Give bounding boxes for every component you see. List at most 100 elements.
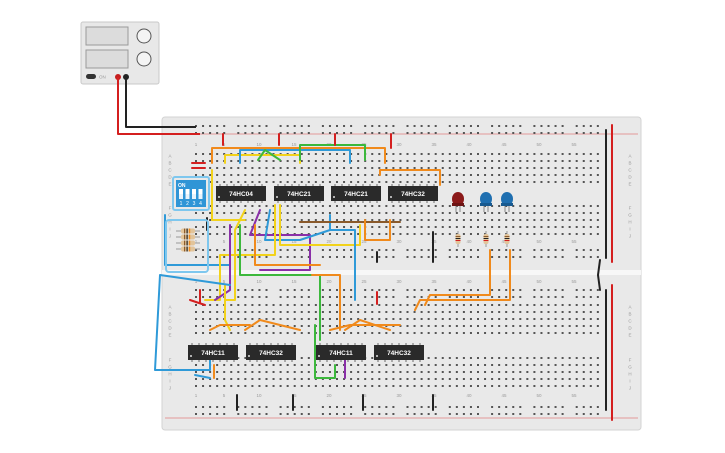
hole[interactable]: [209, 289, 212, 291]
hole[interactable]: [484, 311, 487, 313]
hole[interactable]: [265, 311, 268, 313]
hole[interactable]: [350, 167, 353, 169]
hole[interactable]: [244, 318, 247, 320]
hole[interactable]: [533, 325, 536, 327]
hole[interactable]: [202, 364, 205, 366]
hole[interactable]: [441, 233, 444, 235]
hole[interactable]: [385, 296, 388, 298]
hole[interactable]: [279, 174, 282, 176]
hole[interactable]: [441, 364, 444, 366]
hole[interactable]: [596, 289, 599, 291]
hole[interactable]: [455, 153, 458, 155]
hole[interactable]: [491, 296, 494, 298]
hole[interactable]: [582, 125, 585, 127]
hole[interactable]: [237, 167, 240, 169]
hole[interactable]: [258, 332, 261, 334]
hole[interactable]: [286, 378, 289, 380]
hole[interactable]: [223, 413, 226, 415]
hole[interactable]: [547, 212, 550, 214]
hole[interactable]: [307, 318, 310, 320]
hole[interactable]: [223, 371, 226, 373]
hole[interactable]: [596, 296, 599, 298]
hole[interactable]: [350, 219, 353, 221]
hole[interactable]: [427, 304, 430, 306]
hole[interactable]: [512, 153, 515, 155]
hole[interactable]: [392, 132, 395, 134]
hole[interactable]: [413, 132, 416, 134]
hole[interactable]: [293, 249, 296, 251]
hole[interactable]: [413, 289, 416, 291]
hole[interactable]: [547, 233, 550, 235]
hole[interactable]: [505, 304, 508, 306]
hole[interactable]: [321, 160, 324, 162]
hole[interactable]: [385, 174, 388, 176]
hole[interactable]: [293, 311, 296, 313]
hole[interactable]: [575, 325, 578, 327]
hole[interactable]: [448, 205, 451, 207]
hole[interactable]: [455, 125, 458, 127]
hole[interactable]: [230, 174, 233, 176]
hole[interactable]: [350, 174, 353, 176]
hole[interactable]: [328, 212, 331, 214]
hole[interactable]: [589, 304, 592, 306]
hole[interactable]: [589, 385, 592, 387]
hole[interactable]: [519, 226, 522, 228]
hole[interactable]: [293, 378, 296, 380]
hole[interactable]: [512, 160, 515, 162]
hole[interactable]: [582, 385, 585, 387]
hole[interactable]: [223, 226, 226, 228]
hole[interactable]: [448, 332, 451, 334]
hole[interactable]: [582, 233, 585, 235]
hole[interactable]: [378, 219, 381, 221]
hole[interactable]: [399, 219, 402, 221]
hole[interactable]: [350, 406, 353, 408]
hole[interactable]: [420, 413, 423, 415]
hole[interactable]: [265, 364, 268, 366]
hole[interactable]: [336, 219, 338, 221]
hole[interactable]: [484, 304, 487, 306]
hole[interactable]: [378, 318, 381, 320]
hole[interactable]: [519, 233, 522, 235]
hole[interactable]: [420, 289, 423, 291]
hole[interactable]: [343, 311, 346, 313]
hole[interactable]: [469, 332, 472, 334]
hole[interactable]: [554, 413, 557, 415]
hole[interactable]: [505, 332, 508, 334]
hole[interactable]: [378, 256, 381, 258]
hole[interactable]: [413, 256, 416, 258]
hole[interactable]: [293, 289, 296, 291]
hole[interactable]: [385, 413, 388, 415]
hole[interactable]: [300, 219, 303, 221]
hole[interactable]: [469, 304, 472, 306]
hole[interactable]: [498, 304, 501, 306]
hole[interactable]: [357, 311, 360, 313]
hole[interactable]: [378, 212, 381, 214]
hole[interactable]: [336, 304, 338, 306]
hole[interactable]: [385, 226, 388, 228]
hole[interactable]: [441, 378, 444, 380]
hole[interactable]: [209, 385, 212, 387]
hole[interactable]: [477, 304, 479, 306]
hole[interactable]: [272, 174, 275, 176]
hole[interactable]: [265, 167, 268, 169]
hole[interactable]: [589, 212, 592, 214]
hole[interactable]: [293, 132, 296, 134]
hole[interactable]: [385, 332, 388, 334]
hole[interactable]: [216, 160, 219, 162]
hole[interactable]: [554, 304, 557, 306]
hole[interactable]: [434, 256, 437, 258]
hole[interactable]: [279, 318, 282, 320]
hole[interactable]: [286, 174, 289, 176]
hole[interactable]: [336, 325, 338, 327]
hole[interactable]: [554, 332, 557, 334]
hole[interactable]: [216, 226, 219, 228]
hole[interactable]: [512, 325, 515, 327]
hole[interactable]: [286, 132, 289, 134]
hole[interactable]: [307, 153, 310, 155]
hole[interactable]: [202, 378, 205, 380]
hole[interactable]: [272, 318, 275, 320]
hole[interactable]: [251, 364, 254, 366]
hole[interactable]: [589, 153, 592, 155]
hole[interactable]: [519, 125, 522, 127]
hole[interactable]: [512, 212, 515, 214]
